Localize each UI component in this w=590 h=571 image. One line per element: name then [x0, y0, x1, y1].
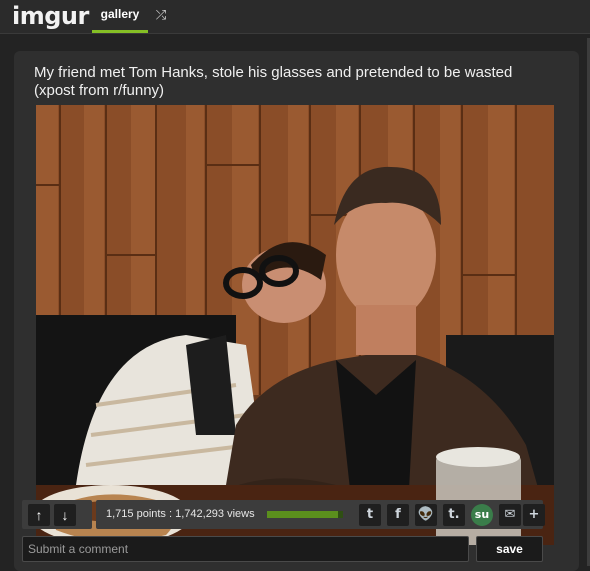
arrow-up-icon[interactable]: ↑: [28, 504, 50, 526]
vote-controls: ↑ ↓: [22, 500, 92, 529]
top-bar: imgur gallery ⤮: [0, 0, 590, 34]
stumbleupon-icon[interactable]: su: [471, 504, 493, 526]
comment-input[interactable]: [22, 536, 469, 562]
reddit-icon[interactable]: 👽: [415, 504, 437, 526]
post-panel: My friend met Tom Hanks, stole his glass…: [14, 51, 579, 571]
photo-illustration: [36, 105, 554, 545]
post-stats: 1,715 points : 1,742,293 views: [96, 500, 351, 529]
email-icon[interactable]: ✉: [499, 504, 521, 526]
post-title: My friend met Tom Hanks, stole his glass…: [34, 64, 513, 99]
stats-text: 1,715 points : 1,742,293 views: [106, 508, 255, 520]
vote-ratio-bar: [267, 511, 343, 518]
imgur-logo[interactable]: imgur: [12, 2, 89, 30]
nav-gallery-link[interactable]: gallery: [92, 0, 148, 33]
twitter-icon[interactable]: t: [359, 504, 381, 526]
facebook-icon[interactable]: f: [387, 504, 409, 526]
more-icon[interactable]: +: [523, 504, 545, 526]
views-count: 1,742,293 views: [175, 508, 255, 520]
points-count: 1,715 points: [106, 508, 166, 520]
save-button[interactable]: save: [476, 536, 543, 562]
stats-separator: :: [165, 508, 176, 520]
arrow-down-icon[interactable]: ↓: [54, 504, 76, 526]
vote-ratio-fill: [267, 511, 338, 518]
shuffle-icon[interactable]: ⤮: [152, 6, 170, 24]
share-buttons: t f 👽 t. su ✉ +: [343, 500, 545, 529]
post-image[interactable]: [36, 105, 554, 545]
tumblr-icon[interactable]: t.: [443, 504, 465, 526]
